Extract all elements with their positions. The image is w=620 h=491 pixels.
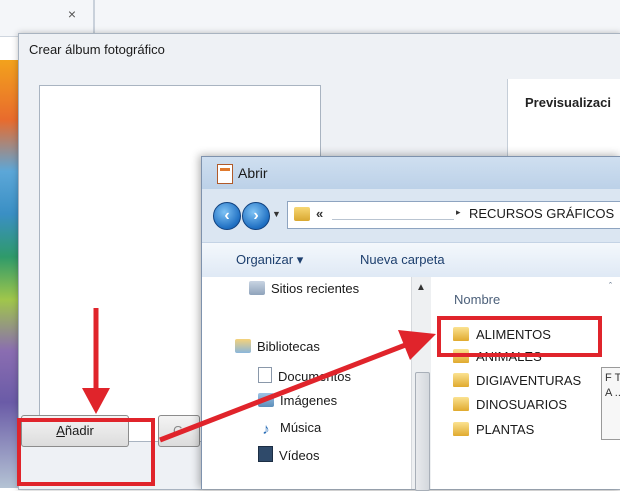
back-arrow-icon[interactable]: ‹ — [213, 202, 241, 230]
recent-pages-dropdown-icon[interactable]: ▼ — [272, 209, 281, 219]
list-item[interactable]: DINOSUARIOS — [453, 397, 567, 419]
film-icon — [258, 446, 273, 462]
folder-highlight — [437, 316, 602, 357]
nav-item-label: Documentos — [278, 369, 351, 384]
open-dialog-title: Abrir — [238, 165, 268, 181]
libraries-icon — [235, 339, 251, 353]
documents-icon — [258, 367, 272, 383]
forward-arrow-icon[interactable]: › — [242, 202, 270, 230]
nav-item-label: Imágenes — [280, 393, 338, 408]
folder-icon — [453, 422, 469, 436]
command-toolbar: Organizar ▾ Nueva carpeta — [202, 242, 620, 278]
column-header-name[interactable]: Nombre — [454, 292, 500, 307]
list-item[interactable]: DIGIAVENTURAS — [453, 373, 581, 395]
nav-item-label: Bibliotecas — [257, 339, 320, 354]
file-name: DINOSUARIOS — [476, 397, 568, 412]
address-bar[interactable]: « ▸ RECURSOS GRÁFICOS — [287, 201, 620, 229]
preview-label: Previsualizaci — [525, 95, 611, 110]
nav-item-libraries[interactable]: Bibliotecas — [235, 339, 320, 359]
organize-button[interactable]: Organizar ▾ — [236, 252, 303, 268]
background-close-icon[interactable]: × — [57, 6, 87, 24]
nav-item-recent-places[interactable]: Sitios recientes — [249, 281, 359, 301]
list-item[interactable]: PLANTAS — [453, 422, 534, 444]
background-separator — [93, 0, 95, 36]
nav-item-music[interactable]: ♪ Música — [258, 420, 321, 440]
address-hidden-segment[interactable] — [332, 205, 454, 220]
recent-places-icon — [249, 281, 265, 295]
album-dialog-title: Crear álbum fotográfico — [29, 42, 165, 57]
address-overflow-chevron[interactable]: « — [316, 206, 323, 221]
background-image-strip — [0, 60, 18, 488]
file-name: DIGIAVENTURAS — [476, 373, 582, 388]
nav-item-label: Sitios recientes — [271, 281, 360, 296]
nav-item-label: Vídeos — [279, 448, 320, 463]
file-list-pane: ˆ Nombre ALIMENTOS ANIMALES DIGIAVENTURA… — [431, 277, 620, 489]
open-dialog-titlebar: Abrir — [202, 157, 620, 189]
nav-item-documents[interactable]: Documentos — [258, 367, 351, 387]
nav-pane-scrollbar[interactable]: ▲ — [411, 277, 431, 491]
nav-item-videos[interactable]: Vídeos — [258, 446, 319, 466]
scroll-thumb[interactable] — [415, 372, 430, 491]
music-note-icon: ♪ — [262, 421, 270, 438]
partial-button[interactable]: C — [158, 415, 200, 447]
folder-icon — [453, 397, 469, 411]
file-name: PLANTAS — [476, 422, 535, 437]
open-document-icon — [217, 164, 233, 184]
navigation-bar: ‹ › ▼ « ▸ RECURSOS GRÁFICOS — [202, 197, 620, 231]
folder-tooltip: F T A ... — [601, 367, 620, 440]
navigation-pane: Sitios recientes Bibliotecas Documentos … — [202, 277, 411, 489]
new-folder-button[interactable]: Nueva carpeta — [360, 252, 445, 267]
folder-icon — [294, 207, 310, 221]
scroll-up-arrow-icon[interactable]: ▲ — [416, 282, 426, 293]
nav-item-label: Música — [280, 420, 322, 435]
images-icon — [258, 393, 274, 407]
nav-item-images[interactable]: Imágenes — [258, 393, 337, 413]
sort-indicator-icon: ˆ — [609, 281, 612, 291]
address-separator-icon[interactable]: ▸ — [456, 207, 461, 218]
folder-icon — [453, 373, 469, 387]
address-path-segment[interactable]: RECURSOS GRÁFICOS — [469, 206, 614, 221]
add-button-highlight — [17, 418, 155, 486]
